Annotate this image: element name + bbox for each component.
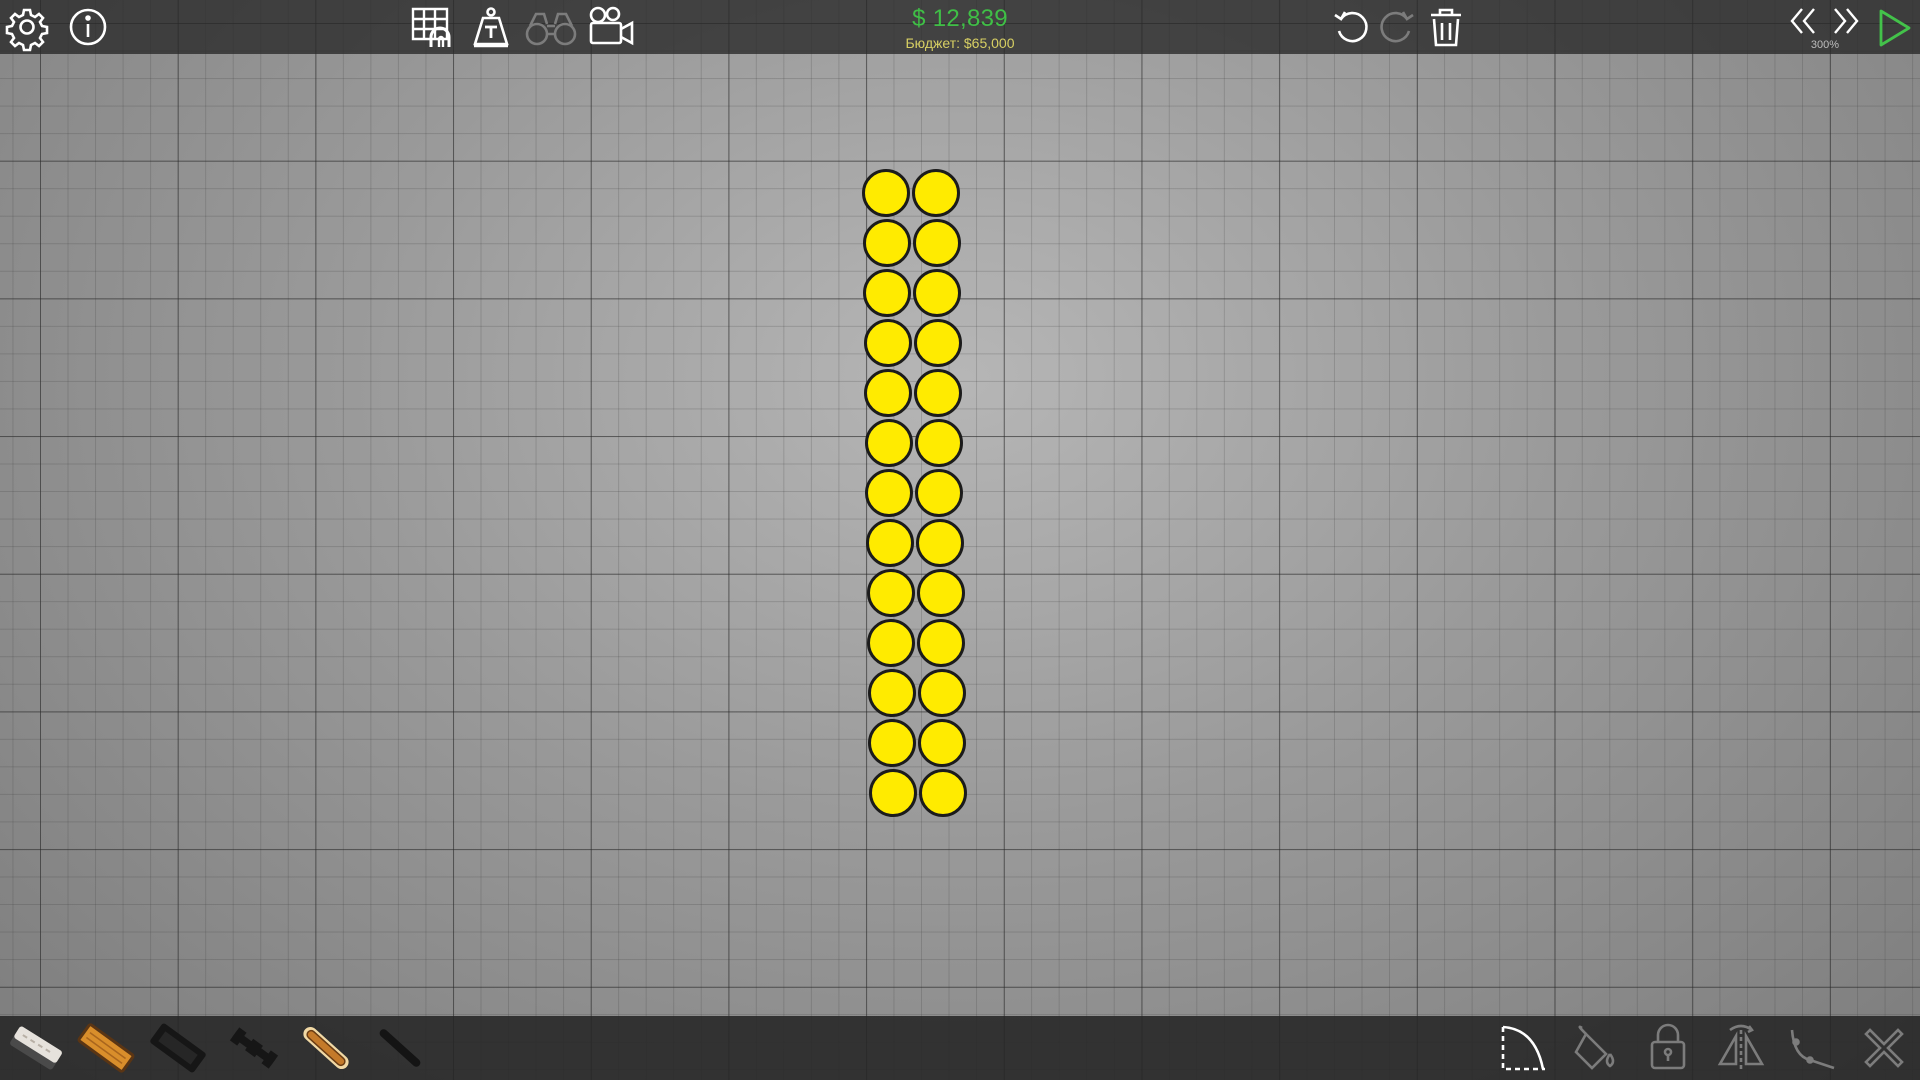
wood-material[interactable] [76, 1020, 136, 1076]
top-toolbar: $ 12,839 Бюджет: $65,000 300% [0, 0, 1920, 54]
money-remaining: $ 12,839 [912, 5, 1008, 32]
binoculars-icon[interactable] [524, 8, 578, 48]
slow-down-icon[interactable] [1788, 4, 1820, 38]
play-icon[interactable] [1876, 8, 1912, 48]
split-joint-icon[interactable] [1788, 1024, 1836, 1072]
close-icon[interactable] [1862, 1026, 1906, 1070]
speed-readout: 300% [1810, 39, 1840, 51]
undo-icon[interactable] [1332, 8, 1370, 46]
trash-icon[interactable] [1428, 6, 1464, 48]
lock-icon[interactable] [1648, 1022, 1688, 1072]
bridge-layout-icon[interactable] [411, 6, 455, 48]
reinforced-road-material[interactable] [148, 1020, 208, 1076]
mirror-icon[interactable] [1716, 1022, 1766, 1072]
redo-icon[interactable] [1378, 8, 1416, 46]
speed-up-icon[interactable] [1829, 4, 1861, 38]
cable-material[interactable] [370, 1020, 430, 1076]
gear-icon[interactable] [7, 7, 47, 47]
bottom-toolbar [0, 1016, 1920, 1080]
arc-tool-icon[interactable] [1500, 1024, 1548, 1074]
steel-material[interactable] [224, 1020, 284, 1076]
paint-bucket-icon[interactable] [1572, 1024, 1618, 1072]
rope-material[interactable] [296, 1020, 356, 1076]
camera-icon[interactable] [588, 6, 634, 48]
build-grid[interactable] [0, 0, 1920, 1080]
road-material[interactable] [6, 1020, 66, 1076]
budget-label: Бюджет: $65,000 [905, 35, 1015, 51]
weight-icon[interactable] [470, 6, 512, 48]
info-icon[interactable] [68, 7, 108, 47]
